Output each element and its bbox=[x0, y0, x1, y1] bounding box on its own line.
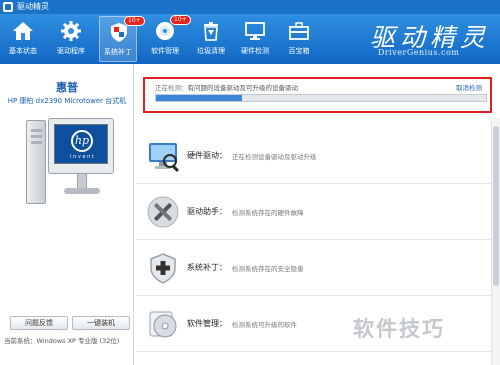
device-brand: 惠普 bbox=[56, 81, 78, 94]
item-desc: 检测系统存在的硬件故障 bbox=[232, 209, 304, 217]
vertical-scrollbar[interactable] bbox=[491, 118, 500, 365]
tab-basic-status[interactable]: 基本状态 bbox=[4, 16, 42, 62]
tab-label: 系统补丁 bbox=[104, 48, 132, 56]
title-bar: 驱动精灵 bbox=[0, 0, 500, 14]
tools-icon bbox=[147, 196, 179, 228]
tab-system-patch[interactable]: 10+ 系统补丁 bbox=[99, 16, 145, 62]
watermark-text: 软件技巧 bbox=[353, 317, 445, 341]
item-desc: 检测系统存在的安全隐患 bbox=[232, 265, 304, 273]
device-model: HP 康柏 dx2390 Microtower 台式机 bbox=[7, 97, 127, 105]
item-desc: 检测系统可升级的软件 bbox=[232, 321, 297, 329]
hp-logo-icon: hp bbox=[71, 130, 93, 152]
check-item-driver-assistant[interactable]: 驱动助手： 检测系统存在的硬件故障 bbox=[136, 184, 492, 240]
scan-status-prefix: 正在检测： bbox=[155, 84, 188, 92]
monitor-caption: i n v e n t bbox=[70, 154, 94, 160]
app-icon bbox=[3, 2, 13, 12]
one-click-install-button[interactable]: 一键装机 bbox=[72, 316, 130, 330]
tab-label: 软件管理 bbox=[151, 47, 179, 55]
software-count-badge: 10+ bbox=[170, 15, 191, 25]
home-icon bbox=[13, 22, 33, 40]
tab-junk-clean[interactable]: 垃圾清理 bbox=[192, 16, 230, 62]
monitor-icon bbox=[245, 22, 265, 40]
tab-label: 百宝箱 bbox=[288, 47, 310, 55]
software-disc-icon bbox=[149, 311, 177, 338]
gear-icon bbox=[61, 21, 81, 41]
patch-count-badge: 10+ bbox=[124, 16, 145, 26]
scan-progress-bar bbox=[155, 94, 487, 102]
item-desc: 正在检测设备驱动及驱动升级 bbox=[232, 153, 317, 161]
scan-status-detail: 有问题的设备驱动及可升级的设备驱动 bbox=[187, 84, 299, 92]
brand-url: DriverGenius.com bbox=[378, 48, 460, 57]
computer-illustration: hp i n v e n t bbox=[26, 118, 116, 213]
cancel-scan-link[interactable]: 取消检测 bbox=[456, 82, 482, 92]
tab-label: 垃圾清理 bbox=[197, 47, 225, 55]
pc-tower bbox=[26, 120, 46, 204]
hardware-monitor-icon bbox=[149, 143, 180, 173]
check-item-hardware-driver[interactable]: 硬件驱动： 正在检测设备驱动及驱动升级 bbox=[136, 128, 492, 184]
item-title: 驱动助手： bbox=[187, 207, 227, 216]
tab-label: 驱动程序 bbox=[57, 47, 85, 55]
tab-toolbox[interactable]: 百宝箱 bbox=[280, 16, 318, 62]
brand-logo-area: 驱动精灵 DriverGenius.com bbox=[368, 18, 496, 62]
tab-software-manage[interactable]: 10+ 软件管理 bbox=[146, 15, 191, 62]
tab-driver-program[interactable]: 驱动程序 bbox=[52, 16, 90, 62]
tab-hardware-check[interactable]: 硬件检测 bbox=[236, 16, 274, 62]
scrollbar-thumb[interactable] bbox=[493, 126, 499, 286]
system-info: 当前系统：Windows XP 专业版 (32位) bbox=[4, 337, 120, 345]
window-title: 驱动精灵 bbox=[17, 2, 49, 11]
item-title: 软件管理： bbox=[187, 319, 227, 328]
check-item-system-patch[interactable]: 系统补丁： 检测系统存在的安全隐患 bbox=[136, 240, 492, 296]
toolbox-icon bbox=[289, 22, 309, 40]
trash-icon bbox=[204, 22, 218, 41]
feedback-button[interactable]: 问题反馈 bbox=[10, 316, 68, 330]
shield-plus-icon bbox=[150, 253, 176, 284]
tab-label: 硬件检测 bbox=[241, 47, 269, 55]
tab-label: 基本状态 bbox=[9, 47, 37, 55]
item-title: 硬件驱动： bbox=[187, 151, 227, 160]
scan-progress-fill bbox=[156, 95, 242, 101]
scan-status-text: 正在检测：有问题的设备驱动及可升级的设备驱动 bbox=[155, 82, 298, 92]
item-title: 系统补丁： bbox=[187, 263, 227, 272]
pc-monitor: hp i n v e n t bbox=[48, 118, 114, 174]
